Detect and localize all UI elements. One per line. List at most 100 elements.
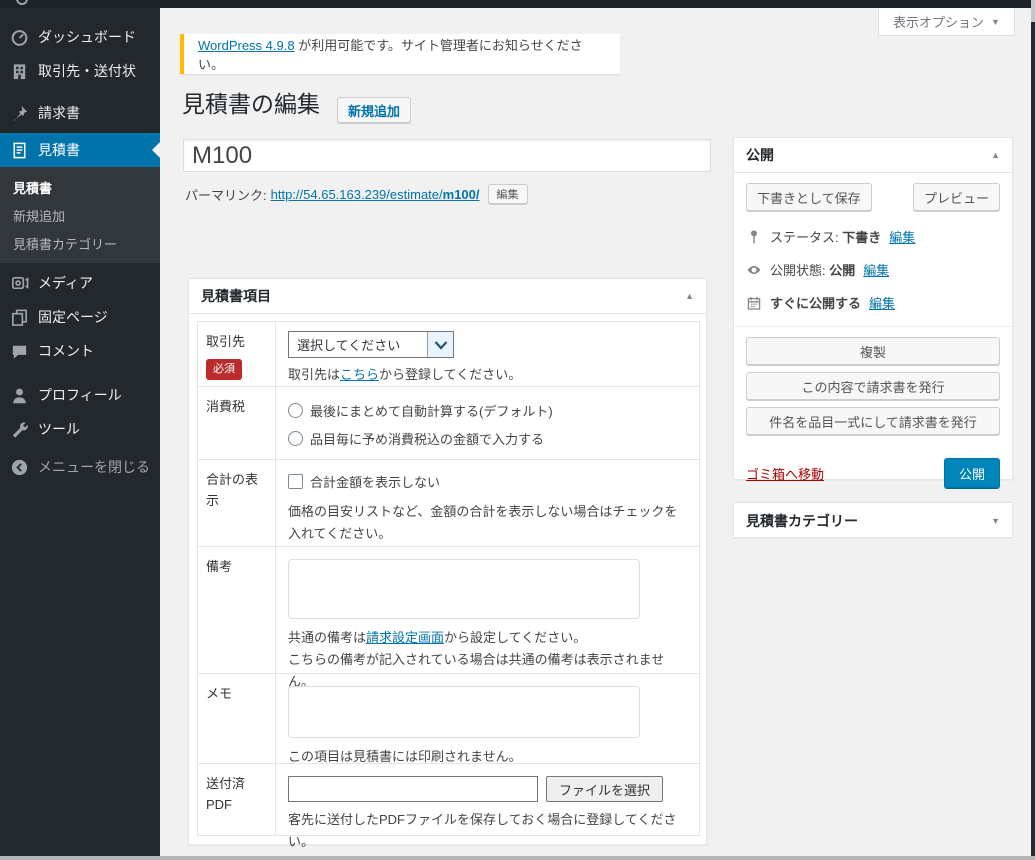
- row-label-cell: 送付済PDF: [198, 764, 276, 835]
- sidebar-item-label: 取引先・送付状: [38, 61, 136, 81]
- section-divider: [734, 326, 1012, 327]
- publish-button[interactable]: 公開: [944, 458, 1000, 488]
- collapse-icon: [10, 458, 29, 477]
- notice-text: WordPress 4.9.8 が利用可能です。サイト管理者にお知らせください。: [198, 35, 606, 73]
- wordpress-update-link[interactable]: WordPress 4.9.8: [198, 38, 295, 53]
- remarks-textarea[interactable]: [288, 559, 640, 619]
- sidebar-item-invoices[interactable]: 請求書: [0, 96, 160, 130]
- publish-panel-header[interactable]: 公開 ▲: [734, 138, 1012, 173]
- edit-visibility-link[interactable]: 編集: [863, 260, 889, 279]
- remarks-help-1: 共通の備考は請求設定画面から設定してください。: [288, 627, 687, 649]
- table-row-tax: 消費税 最後にまとめて自動計算する(デフォルト) 品目毎に予め消費税込の金額で入…: [198, 387, 699, 460]
- sidebar-item-label: メニューを閉じる: [38, 457, 150, 477]
- client-register-link[interactable]: こちら: [340, 367, 379, 382]
- submenu-item-estimate-categories[interactable]: 見積書カテゴリー: [0, 229, 160, 257]
- estimate-category-panel-header[interactable]: 見積書カテゴリー ▼: [734, 503, 1012, 538]
- memo-label: メモ: [206, 686, 232, 701]
- expand-panel-icon[interactable]: ▼: [991, 516, 1000, 526]
- sidebar-item-comments[interactable]: コメント: [0, 334, 160, 368]
- vertical-scrollbar[interactable]: [1031, 0, 1035, 860]
- sidebar-item-label: 固定ページ: [38, 307, 108, 327]
- sidebar-item-dashboard[interactable]: ダッシュボード: [0, 20, 160, 54]
- total-display-help: 価格の目安リストなど、金額の合計を表示しない場合はチェックを入れてください。: [288, 501, 687, 545]
- estimate-title-input[interactable]: [183, 139, 711, 172]
- pdf-file-path-field[interactable]: [288, 776, 538, 802]
- permalink-url: http://54.65.163.239/estimate/: [271, 187, 443, 202]
- client-select-value: 選択してください: [289, 335, 427, 354]
- row-label-cell: メモ: [198, 674, 276, 763]
- client-help-post: から登録してください。: [379, 367, 521, 382]
- client-select[interactable]: 選択してください: [288, 331, 454, 358]
- row-label-cell: 消費税: [198, 387, 276, 459]
- permalink-link[interactable]: http://54.65.163.239/estimate/m100/: [271, 187, 480, 202]
- publish-panel: 公開 ▲ 下書きとして保存 プレビュー ステータス: 下書き 編集: [733, 137, 1013, 480]
- total-hide-label[interactable]: 合計金額を表示しない: [310, 472, 440, 491]
- issue-invoice-button[interactable]: この内容で請求書を発行: [746, 372, 1000, 400]
- sidebar-item-collapse-menu[interactable]: メニューを閉じる: [0, 450, 160, 484]
- row-content-cell: この項目は見積書には印刷されません。: [276, 674, 699, 763]
- client-help: 取引先はこちらから登録してください。: [288, 364, 687, 386]
- remarks-help-post: から設定してください。: [444, 630, 586, 645]
- total-hide-checkbox[interactable]: [288, 474, 303, 489]
- comment-icon: [10, 342, 29, 361]
- tax-option-1-label[interactable]: 最後にまとめて自動計算する(デフォルト): [310, 401, 553, 420]
- remarks-label: 備考: [206, 559, 232, 574]
- edit-schedule-link[interactable]: 編集: [869, 293, 895, 312]
- collapse-panel-icon[interactable]: ▲: [991, 150, 1000, 160]
- sidebar-item-profile[interactable]: プロフィール: [0, 378, 160, 412]
- panel-title: 見積書項目: [201, 286, 271, 306]
- total-display-label: 合計の表示: [206, 472, 258, 508]
- pdf-help: 客先に送付したPDFファイルを保存しておく場合に登録してください。: [288, 809, 687, 853]
- permalink-edit-button[interactable]: 編集: [488, 184, 528, 204]
- move-to-trash-link[interactable]: ゴミ箱へ移動: [746, 464, 824, 483]
- sidebar-item-pages[interactable]: 固定ページ: [0, 300, 160, 334]
- choose-file-button[interactable]: ファイルを選択: [546, 776, 663, 802]
- tax-radio-2[interactable]: [288, 431, 303, 446]
- sidebar-item-estimates[interactable]: 見積書: [0, 133, 160, 167]
- memo-textarea[interactable]: [288, 686, 640, 738]
- media-icon: [10, 274, 29, 293]
- estimate-items-panel-header[interactable]: 見積書項目 ▲: [189, 279, 706, 314]
- row-label-cell: 備考: [198, 547, 276, 673]
- visibility-row: 公開状態: 公開 編集: [746, 260, 1000, 279]
- submenu-item-estimates[interactable]: 見積書: [0, 173, 160, 201]
- tax-option-2-label[interactable]: 品目毎に予め消費税込の金額で入力する: [310, 429, 544, 448]
- table-row-remarks: 備考 共通の備考は請求設定画面から設定してください。 こちらの備考が記入されてい…: [198, 547, 699, 674]
- table-row-sent-pdf: 送付済PDF ファイルを選択 客先に送付したPDFファイルを保存しておく場合に登…: [198, 764, 699, 835]
- submenu-item-add-new[interactable]: 新規追加: [0, 201, 160, 229]
- schedule-text: すぐに公開する: [770, 293, 861, 312]
- row-label-cell: 合計の表示: [198, 460, 276, 546]
- sidebar-item-label: コメント: [38, 341, 94, 361]
- add-new-button[interactable]: 新規追加: [337, 97, 411, 123]
- edit-status-link[interactable]: 編集: [889, 227, 915, 246]
- estimate-category-panel: 見積書カテゴリー ▼: [733, 502, 1013, 538]
- visibility-text: 公開状態: 公開: [770, 260, 855, 279]
- billing-settings-link[interactable]: 請求設定画面: [366, 630, 444, 645]
- pages-icon: [10, 308, 29, 327]
- admin-top-bar: [0, 0, 1035, 8]
- collapse-panel-icon[interactable]: ▲: [685, 291, 694, 301]
- status-text: ステータス: 下書き: [770, 227, 881, 246]
- issue-invoice-summary-button[interactable]: 件名を品目一式にして請求書を発行: [746, 407, 1000, 435]
- save-draft-button[interactable]: 下書きとして保存: [746, 183, 872, 211]
- tax-option-1: 最後にまとめて自動計算する(デフォルト): [288, 401, 687, 420]
- sidebar-item-tools[interactable]: ツール: [0, 412, 160, 446]
- preview-button[interactable]: プレビュー: [913, 183, 1000, 211]
- submenu-item-label: 見積書カテゴリー: [13, 234, 117, 253]
- publish-status-section: ステータス: 下書き 編集 公開状態: 公開 編集 すぐに公開する 編集: [746, 227, 1000, 312]
- sidebar-item-label: ツール: [38, 419, 80, 439]
- estimate-items-panel: 見積書項目 ▲ 取引先 必須 選択してください 取引先はこちら: [188, 278, 707, 845]
- wrench-icon: [10, 420, 29, 439]
- publish-panel-body: 下書きとして保存 プレビュー ステータス: 下書き 編集 公開状態: 公開 編集: [734, 173, 1012, 488]
- dashboard-icon: [10, 28, 29, 47]
- tax-radio-1[interactable]: [288, 403, 303, 418]
- duplicate-button[interactable]: 複製: [746, 337, 1000, 365]
- screen-options-button[interactable]: 表示オプション ▼: [878, 8, 1015, 36]
- scrollbar-thumb[interactable]: [1031, 0, 1035, 22]
- sidebar-item-clients[interactable]: 取引先・送付状: [0, 54, 160, 88]
- eye-icon: [746, 262, 762, 278]
- horizontal-scrollbar[interactable]: [0, 856, 1035, 860]
- sidebar-item-media[interactable]: メディア: [0, 266, 160, 300]
- submenu-item-label: 新規追加: [13, 206, 65, 225]
- table-row-memo: メモ この項目は見積書には印刷されません。: [198, 674, 699, 764]
